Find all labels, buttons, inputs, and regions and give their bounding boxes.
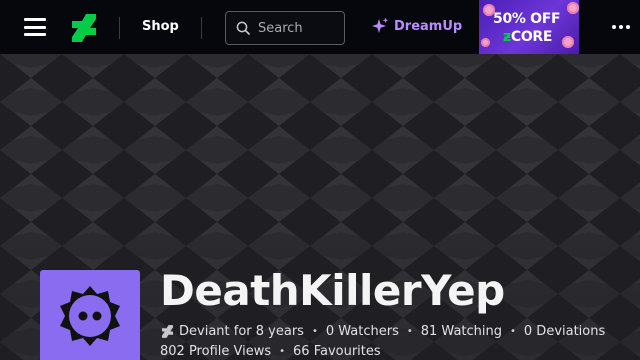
stat-separator: • <box>279 346 286 357</box>
blossom-icon <box>481 38 490 47</box>
core-promo-banner[interactable]: 50% OFF ƶCORE <box>479 0 579 54</box>
deviantart-logo-icon[interactable] <box>72 14 96 42</box>
sparkle-icon <box>372 17 389 33</box>
search-box[interactable] <box>225 11 345 45</box>
top-navigation-bar: Shop DreamUp 50% OFF ƶCORE <box>0 0 640 54</box>
profile-stats-row: Deviant for 8 years • 0 Watchers • 81 Wa… <box>162 324 605 339</box>
promo-core-label: ƶCORE <box>503 29 552 45</box>
shop-link[interactable]: Shop <box>142 19 179 34</box>
blossom-icon <box>562 36 574 48</box>
promo-core-text: CORE <box>510 29 553 45</box>
watchers-count[interactable]: 0 Watchers <box>326 324 399 339</box>
dreamup-button[interactable]: DreamUp <box>371 17 462 35</box>
promo-discount: 50% OFF <box>493 11 561 27</box>
stat-separator: • <box>311 326 318 337</box>
user-avatar[interactable] <box>40 270 140 360</box>
menu-icon[interactable] <box>24 18 46 36</box>
deviations-count[interactable]: 0 Deviations <box>524 324 605 339</box>
core-logo-glyph: ƶ <box>503 29 511 45</box>
dreamup-label: DreamUp <box>394 18 463 34</box>
search-input[interactable] <box>258 20 338 36</box>
nav-divider <box>201 17 202 39</box>
blossom-icon <box>567 2 579 14</box>
deviant-badge-icon <box>162 325 173 338</box>
favourites-count[interactable]: 66 Favourites <box>293 344 381 359</box>
stat-separator: • <box>406 326 413 337</box>
watching-count[interactable]: 81 Watching <box>421 324 502 339</box>
search-icon <box>236 21 250 35</box>
profile-username[interactable]: DeathKillerYep <box>160 266 505 315</box>
avatar-creature-icon <box>60 286 120 346</box>
stat-separator: • <box>510 326 516 337</box>
nav-divider <box>119 17 120 39</box>
more-options-icon[interactable] <box>612 25 630 29</box>
deviant-for-text: Deviant for 8 years <box>179 324 304 339</box>
profile-stats-row-2: 802 Profile Views • 66 Favourites <box>160 344 381 359</box>
profile-views-count: 802 Profile Views <box>160 344 272 359</box>
